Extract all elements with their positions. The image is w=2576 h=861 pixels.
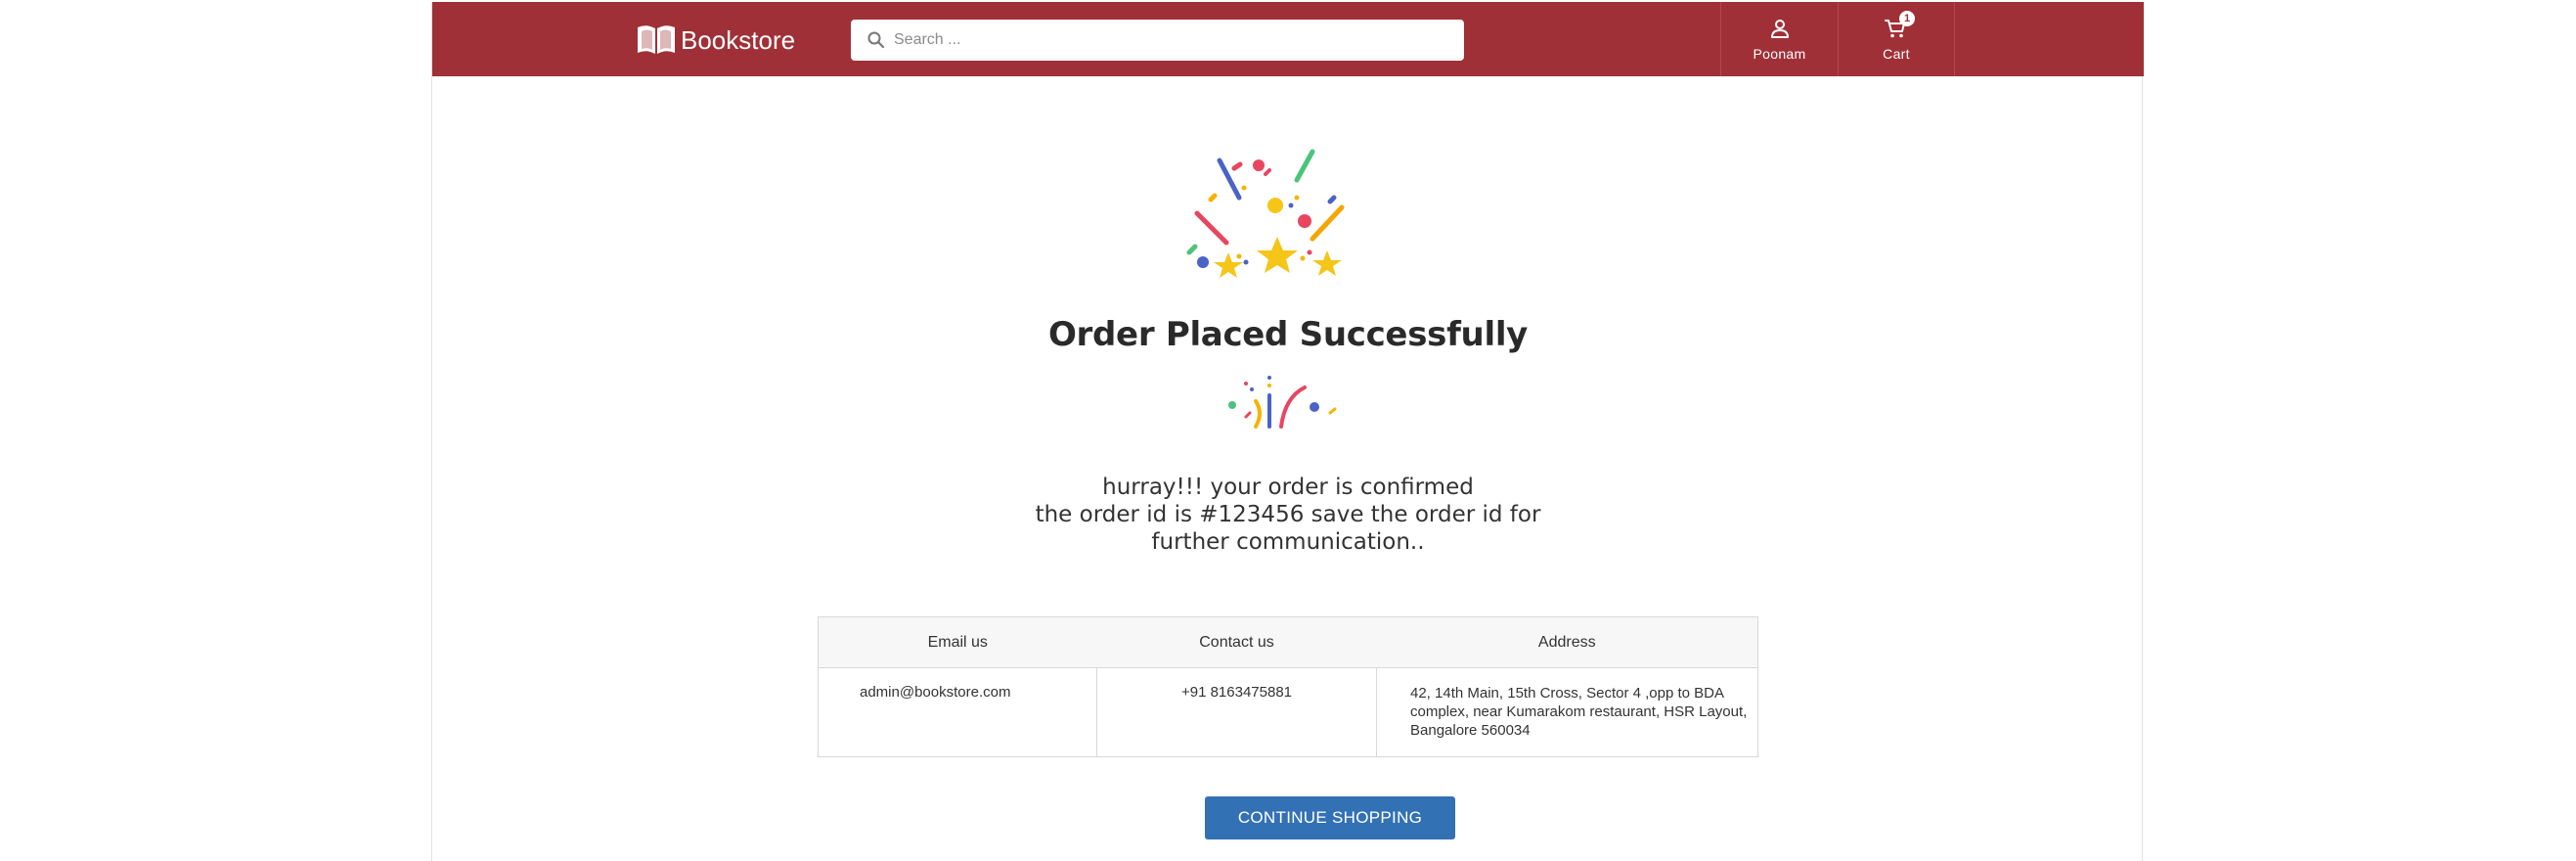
cart-label: Cart (1883, 46, 1910, 62)
address-cell: 42, 14th Main, 15th Cross, Sector 4 ,opp… (1377, 668, 1758, 757)
search-icon (867, 31, 885, 49)
person-icon (1770, 20, 1789, 38)
confirmation-message: hurray!!! your order is confirmed the or… (432, 474, 2144, 556)
address-line: Bangalore 560034 (1410, 722, 1531, 739)
email-cell: admin@bookstore.com (818, 667, 1097, 757)
address-line: complex, near Kumarakom restaurant, HSR … (1410, 703, 1748, 720)
message-line: hurray!!! your order is confirmed (1102, 475, 1474, 500)
logo-text: Bookstore (681, 24, 796, 55)
profile-label: Poonam (1753, 46, 1806, 62)
cart-button[interactable]: 1 Cart (1838, 2, 1955, 76)
profile-button[interactable]: Poonam (1720, 2, 1838, 76)
top-navbar: Bookstore Poonam 1 (432, 2, 2144, 76)
address-line: 42, 14th Main, 15th Cross, Sector 4 ,opp… (1410, 685, 1725, 702)
contact-header: Contact us (1096, 616, 1377, 668)
phone-cell: +91 8163475881 (1096, 667, 1377, 757)
search-bar[interactable] (851, 20, 1464, 61)
cart-count-badge: 1 (1899, 11, 1915, 26)
continue-shopping-button[interactable]: CONTINUE SHOPPING (1205, 796, 1455, 839)
table-row: admin@bookstore.com +91 8163475881 42, 1… (818, 667, 1758, 757)
page-container: Bookstore Poonam 1 (431, 2, 2144, 861)
address-header: Address (1376, 616, 1758, 668)
open-book-icon (638, 25, 675, 54)
logo[interactable]: Bookstore (636, 23, 795, 57)
celebration-confetti-icon (1186, 149, 1345, 278)
message-line: the order id is #123456 save the order i… (1035, 502, 1541, 527)
fireworks-icon (1228, 376, 1337, 429)
page-title: Order Placed Successfully (1047, 315, 1529, 354)
contact-info-table: Email us Contact us Address admin@bookst… (818, 616, 1758, 757)
table-header-row: Email us Contact us Address (818, 616, 1758, 668)
email-header: Email us (818, 616, 1097, 668)
search-input[interactable] (894, 31, 1442, 49)
message-line: further communication.. (1151, 529, 1425, 555)
